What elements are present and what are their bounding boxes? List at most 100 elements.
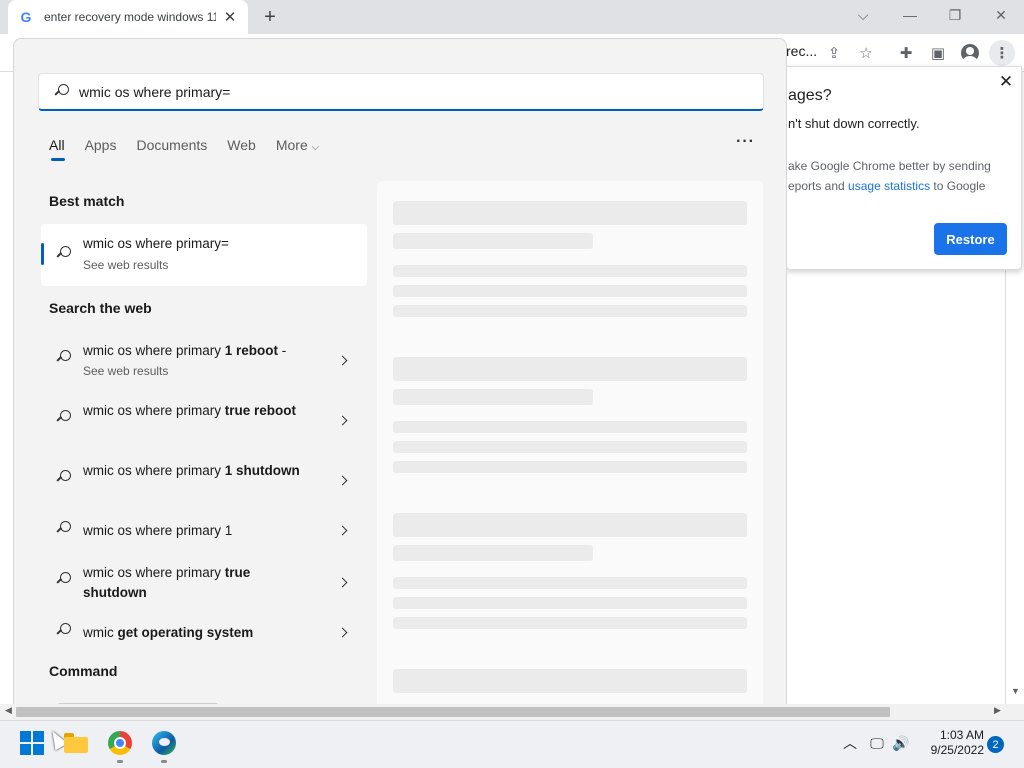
taskbar-clock[interactable]: 1:03 AM 9/25/2022 (922, 728, 984, 758)
maximize-button[interactable]: ❐ (940, 4, 970, 26)
close-window-button[interactable]: ✕ (986, 4, 1016, 26)
web-result-item[interactable]: wmic os where primary true shutdown (49, 563, 359, 605)
command-result-item[interactable] (58, 703, 218, 704)
chrome-icon (108, 731, 132, 755)
filter-tab-apps[interactable]: Apps (85, 137, 117, 161)
web-result-item[interactable]: wmic os where primary true reboot (49, 401, 359, 443)
skeleton-bar (393, 597, 747, 609)
filter-tab-all[interactable]: All (49, 137, 65, 161)
best-match-subtitle: See web results (83, 258, 169, 272)
skeleton-bar (393, 265, 747, 277)
restore-dialog-title: ages? (788, 87, 832, 104)
best-match-title: wmic os where primary= (83, 236, 229, 251)
restore-dialog-consent: ake Google Chrome better by sending epor… (788, 156, 1008, 196)
web-result-bold: 1 shutdown (224, 463, 300, 478)
filter-tab-more[interactable]: More ⌵ (276, 137, 319, 161)
preview-pane (377, 181, 763, 704)
chevron-right-icon (339, 476, 349, 486)
edge-icon (152, 731, 176, 755)
filter-more-label: More (275, 137, 308, 153)
extensions-puzzle-icon[interactable]: ✚ (893, 40, 919, 66)
search-filter-tabs: All Apps Documents Web More ⌵ (49, 137, 339, 161)
skeleton-bar (393, 285, 747, 297)
restore-dialog-close-icon[interactable]: ✕ (996, 72, 1016, 92)
filter-tab-documents[interactable]: Documents (136, 137, 207, 161)
share-icon[interactable]: ⇪ (821, 40, 847, 66)
filter-tab-web[interactable]: Web (227, 137, 256, 161)
chrome-menu-icon[interactable]: ⋮ (989, 40, 1015, 66)
web-result-text: wmic os where primary (83, 343, 225, 358)
search-box[interactable] (38, 73, 764, 111)
page-divider (1005, 270, 1006, 705)
chevron-right-icon (339, 578, 349, 588)
chevron-right-icon (339, 416, 349, 426)
web-result-suffix: - (278, 343, 287, 358)
network-icon[interactable]: 🖵 (867, 733, 887, 753)
consent-text-line1: ake Google Chrome better by sending (788, 159, 991, 173)
tab-title: enter recovery mode windows 11 (44, 10, 216, 24)
skeleton-bar (393, 669, 747, 693)
web-result-item[interactable]: wmic get operating system (49, 623, 359, 647)
windows-logo-icon (20, 731, 44, 755)
web-result-subtitle: See web results (83, 364, 169, 378)
running-indicator (161, 760, 167, 763)
omnibox-text[interactable]: rec... (786, 43, 817, 59)
volume-icon[interactable]: 🔊 (891, 733, 911, 753)
file-explorer-button[interactable] (60, 727, 92, 759)
restore-button[interactable]: Restore (934, 223, 1007, 255)
running-indicator (117, 760, 123, 763)
web-result-bold: true reboot (224, 403, 297, 418)
chevron-right-icon (339, 356, 349, 366)
horizontal-scroll-thumb[interactable] (16, 707, 890, 717)
web-result-bold: get operating system (117, 625, 254, 640)
web-result-text: wmic os where primary 1 (83, 523, 233, 538)
bookmark-star-icon[interactable]: ☆ (853, 40, 879, 66)
restore-dialog-message: n't shut down correctly. (788, 116, 920, 131)
consent-text-line2: eports and (788, 179, 849, 193)
web-result-text: wmic os where primary (83, 565, 225, 580)
skeleton-bar (393, 233, 593, 249)
search-icon (53, 83, 69, 100)
skeleton-bar (393, 617, 747, 629)
chevron-right-icon (339, 526, 349, 536)
profile-avatar-icon[interactable] (957, 40, 983, 66)
scroll-down-arrow-icon[interactable]: ▼ (1011, 686, 1020, 696)
skeleton-bar (393, 513, 747, 537)
browser-tab[interactable]: G enter recovery mode windows 11 ✕ (8, 0, 248, 34)
clock-date: 9/25/2022 (930, 743, 984, 757)
skeleton-bar (393, 389, 593, 405)
search-input[interactable] (79, 83, 679, 100)
tab-close-icon[interactable]: ✕ (222, 9, 238, 26)
consent-text-line2-end: to Google (930, 179, 986, 193)
web-result-text: wmic (83, 625, 118, 640)
best-match-heading: Best match (49, 193, 125, 209)
web-result-item[interactable]: wmic os where primary 1 reboot - See web… (49, 341, 359, 383)
start-button[interactable] (16, 727, 48, 759)
edge-taskbar-button[interactable] (148, 727, 180, 763)
chevron-right-icon (339, 628, 349, 638)
side-panel-icon[interactable]: ▣ (925, 40, 951, 66)
search-icon (55, 521, 71, 537)
usage-statistics-link[interactable]: usage statistics (848, 179, 930, 193)
new-tab-button[interactable]: + (258, 5, 282, 29)
more-options-icon[interactable]: ··· (736, 133, 755, 151)
tab-search-button[interactable]: ⌵ (848, 4, 878, 26)
web-result-item[interactable]: wmic os where primary 1 (49, 521, 359, 545)
chevron-down-icon: ⌵ (311, 142, 320, 153)
skeleton-bar (393, 577, 747, 589)
skeleton-bar (393, 545, 593, 561)
search-icon (55, 350, 71, 366)
folder-icon (64, 733, 88, 753)
scroll-left-arrow-icon[interactable]: ◀ (5, 705, 12, 716)
skeleton-bar (393, 441, 747, 453)
scroll-right-arrow-icon[interactable]: ▶ (994, 705, 1001, 716)
skeleton-bar (393, 201, 747, 225)
web-result-text: wmic os where primary (83, 403, 225, 418)
web-result-text: wmic os where primary (83, 463, 225, 478)
show-hidden-icons-chevron-up-icon[interactable]: ︿ (840, 733, 860, 753)
best-match-item[interactable]: wmic os where primary= See web results (41, 224, 367, 286)
web-result-item[interactable]: wmic os where primary 1 shutdown (49, 461, 359, 503)
notification-count-badge[interactable]: 2 (987, 736, 1004, 753)
minimize-button[interactable]: — (895, 4, 925, 26)
chrome-taskbar-button[interactable] (104, 727, 136, 763)
